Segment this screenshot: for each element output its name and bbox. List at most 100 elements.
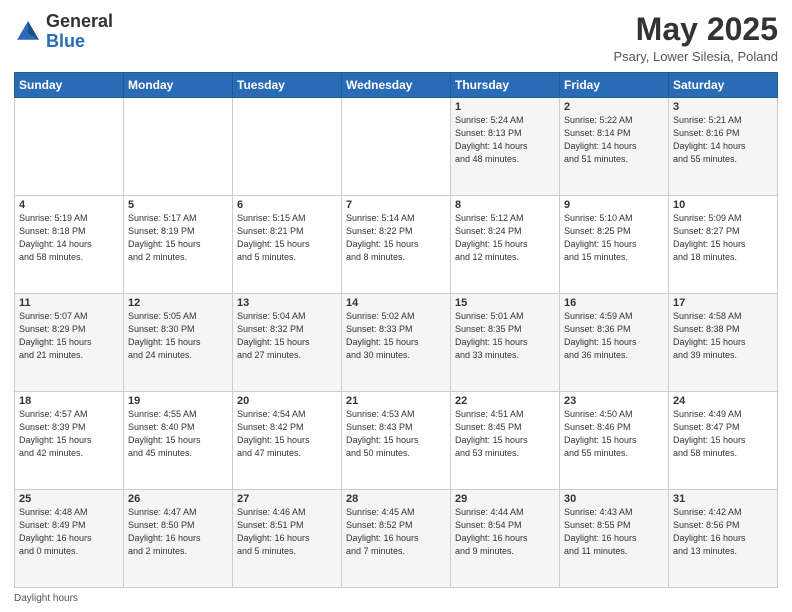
day-number: 2	[564, 101, 664, 113]
day-info: Sunrise: 5:05 AM Sunset: 8:30 PM Dayligh…	[128, 310, 228, 362]
day-number: 16	[564, 297, 664, 309]
day-info: Sunrise: 4:45 AM Sunset: 8:52 PM Dayligh…	[346, 506, 446, 558]
week-row-3: 11Sunrise: 5:07 AM Sunset: 8:29 PM Dayli…	[15, 294, 778, 392]
day-cell: 19Sunrise: 4:55 AM Sunset: 8:40 PM Dayli…	[124, 392, 233, 490]
day-cell: 31Sunrise: 4:42 AM Sunset: 8:56 PM Dayli…	[669, 490, 778, 588]
day-cell: 6Sunrise: 5:15 AM Sunset: 8:21 PM Daylig…	[233, 196, 342, 294]
day-number: 30	[564, 493, 664, 505]
day-cell: 1Sunrise: 5:24 AM Sunset: 8:13 PM Daylig…	[451, 98, 560, 196]
week-row-5: 25Sunrise: 4:48 AM Sunset: 8:49 PM Dayli…	[15, 490, 778, 588]
day-cell: 26Sunrise: 4:47 AM Sunset: 8:50 PM Dayli…	[124, 490, 233, 588]
calendar-table: Sunday Monday Tuesday Wednesday Thursday…	[14, 72, 778, 588]
day-info: Sunrise: 5:22 AM Sunset: 8:14 PM Dayligh…	[564, 114, 664, 166]
day-info: Sunrise: 5:12 AM Sunset: 8:24 PM Dayligh…	[455, 212, 555, 264]
day-number: 28	[346, 493, 446, 505]
day-cell	[233, 98, 342, 196]
day-info: Sunrise: 5:09 AM Sunset: 8:27 PM Dayligh…	[673, 212, 773, 264]
logo-blue: Blue	[46, 31, 85, 51]
day-info: Sunrise: 5:04 AM Sunset: 8:32 PM Dayligh…	[237, 310, 337, 362]
day-info: Sunrise: 4:51 AM Sunset: 8:45 PM Dayligh…	[455, 408, 555, 460]
day-info: Sunrise: 5:19 AM Sunset: 8:18 PM Dayligh…	[19, 212, 119, 264]
col-sunday: Sunday	[15, 73, 124, 98]
day-info: Sunrise: 4:54 AM Sunset: 8:42 PM Dayligh…	[237, 408, 337, 460]
day-cell: 24Sunrise: 4:49 AM Sunset: 8:47 PM Dayli…	[669, 392, 778, 490]
day-cell: 17Sunrise: 4:58 AM Sunset: 8:38 PM Dayli…	[669, 294, 778, 392]
day-info: Sunrise: 4:46 AM Sunset: 8:51 PM Dayligh…	[237, 506, 337, 558]
day-number: 19	[128, 395, 228, 407]
header-row: Sunday Monday Tuesday Wednesday Thursday…	[15, 73, 778, 98]
day-cell: 20Sunrise: 4:54 AM Sunset: 8:42 PM Dayli…	[233, 392, 342, 490]
month-title: May 2025	[613, 12, 778, 47]
day-cell: 22Sunrise: 4:51 AM Sunset: 8:45 PM Dayli…	[451, 392, 560, 490]
day-info: Sunrise: 5:17 AM Sunset: 8:19 PM Dayligh…	[128, 212, 228, 264]
day-number: 6	[237, 199, 337, 211]
day-info: Sunrise: 5:07 AM Sunset: 8:29 PM Dayligh…	[19, 310, 119, 362]
day-cell: 9Sunrise: 5:10 AM Sunset: 8:25 PM Daylig…	[560, 196, 669, 294]
day-info: Sunrise: 5:14 AM Sunset: 8:22 PM Dayligh…	[346, 212, 446, 264]
day-number: 4	[19, 199, 119, 211]
day-cell: 7Sunrise: 5:14 AM Sunset: 8:22 PM Daylig…	[342, 196, 451, 294]
day-cell: 28Sunrise: 4:45 AM Sunset: 8:52 PM Dayli…	[342, 490, 451, 588]
day-cell: 25Sunrise: 4:48 AM Sunset: 8:49 PM Dayli…	[15, 490, 124, 588]
day-info: Sunrise: 4:47 AM Sunset: 8:50 PM Dayligh…	[128, 506, 228, 558]
day-number: 14	[346, 297, 446, 309]
footer-text: Daylight hours	[14, 593, 78, 604]
col-tuesday: Tuesday	[233, 73, 342, 98]
day-number: 26	[128, 493, 228, 505]
day-info: Sunrise: 4:58 AM Sunset: 8:38 PM Dayligh…	[673, 310, 773, 362]
day-cell	[124, 98, 233, 196]
day-cell	[15, 98, 124, 196]
col-wednesday: Wednesday	[342, 73, 451, 98]
day-number: 3	[673, 101, 773, 113]
location-subtitle: Psary, Lower Silesia, Poland	[613, 49, 778, 64]
col-saturday: Saturday	[669, 73, 778, 98]
day-number: 12	[128, 297, 228, 309]
page: General Blue May 2025 Psary, Lower Siles…	[0, 0, 792, 612]
day-cell: 4Sunrise: 5:19 AM Sunset: 8:18 PM Daylig…	[15, 196, 124, 294]
day-cell: 11Sunrise: 5:07 AM Sunset: 8:29 PM Dayli…	[15, 294, 124, 392]
day-info: Sunrise: 4:50 AM Sunset: 8:46 PM Dayligh…	[564, 408, 664, 460]
day-number: 5	[128, 199, 228, 211]
day-cell: 5Sunrise: 5:17 AM Sunset: 8:19 PM Daylig…	[124, 196, 233, 294]
day-info: Sunrise: 4:44 AM Sunset: 8:54 PM Dayligh…	[455, 506, 555, 558]
day-cell: 3Sunrise: 5:21 AM Sunset: 8:16 PM Daylig…	[669, 98, 778, 196]
day-cell: 23Sunrise: 4:50 AM Sunset: 8:46 PM Dayli…	[560, 392, 669, 490]
day-cell: 18Sunrise: 4:57 AM Sunset: 8:39 PM Dayli…	[15, 392, 124, 490]
day-info: Sunrise: 4:59 AM Sunset: 8:36 PM Dayligh…	[564, 310, 664, 362]
logo: General Blue	[14, 12, 113, 52]
day-number: 25	[19, 493, 119, 505]
day-cell: 14Sunrise: 5:02 AM Sunset: 8:33 PM Dayli…	[342, 294, 451, 392]
day-number: 18	[19, 395, 119, 407]
day-info: Sunrise: 4:57 AM Sunset: 8:39 PM Dayligh…	[19, 408, 119, 460]
day-number: 1	[455, 101, 555, 113]
day-cell: 27Sunrise: 4:46 AM Sunset: 8:51 PM Dayli…	[233, 490, 342, 588]
header: General Blue May 2025 Psary, Lower Siles…	[14, 12, 778, 64]
day-number: 23	[564, 395, 664, 407]
day-number: 22	[455, 395, 555, 407]
day-info: Sunrise: 5:01 AM Sunset: 8:35 PM Dayligh…	[455, 310, 555, 362]
day-number: 13	[237, 297, 337, 309]
day-info: Sunrise: 4:43 AM Sunset: 8:55 PM Dayligh…	[564, 506, 664, 558]
logo-general: General	[46, 11, 113, 31]
day-info: Sunrise: 4:42 AM Sunset: 8:56 PM Dayligh…	[673, 506, 773, 558]
logo-text: General Blue	[46, 12, 113, 52]
day-cell: 15Sunrise: 5:01 AM Sunset: 8:35 PM Dayli…	[451, 294, 560, 392]
day-number: 24	[673, 395, 773, 407]
day-number: 17	[673, 297, 773, 309]
logo-icon	[14, 18, 42, 46]
day-cell	[342, 98, 451, 196]
day-info: Sunrise: 4:49 AM Sunset: 8:47 PM Dayligh…	[673, 408, 773, 460]
footer: Daylight hours	[14, 593, 778, 604]
day-cell: 29Sunrise: 4:44 AM Sunset: 8:54 PM Dayli…	[451, 490, 560, 588]
day-number: 27	[237, 493, 337, 505]
day-cell: 8Sunrise: 5:12 AM Sunset: 8:24 PM Daylig…	[451, 196, 560, 294]
day-cell: 21Sunrise: 4:53 AM Sunset: 8:43 PM Dayli…	[342, 392, 451, 490]
day-number: 11	[19, 297, 119, 309]
week-row-4: 18Sunrise: 4:57 AM Sunset: 8:39 PM Dayli…	[15, 392, 778, 490]
day-info: Sunrise: 5:21 AM Sunset: 8:16 PM Dayligh…	[673, 114, 773, 166]
day-number: 29	[455, 493, 555, 505]
day-info: Sunrise: 5:24 AM Sunset: 8:13 PM Dayligh…	[455, 114, 555, 166]
day-info: Sunrise: 5:10 AM Sunset: 8:25 PM Dayligh…	[564, 212, 664, 264]
col-monday: Monday	[124, 73, 233, 98]
day-number: 15	[455, 297, 555, 309]
